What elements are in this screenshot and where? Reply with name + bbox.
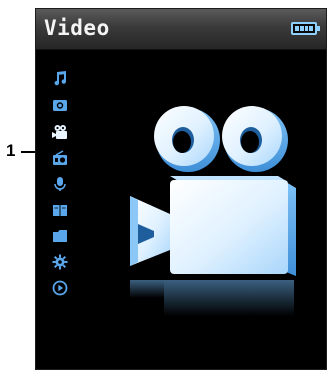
hero-video-camera-icon (128, 104, 298, 323)
book-icon (53, 205, 67, 216)
menu-item-recordings[interactable] (48, 173, 72, 195)
menu-item-music[interactable] (48, 67, 72, 89)
battery-full-icon (291, 22, 320, 35)
folder-icon (53, 230, 67, 242)
music-note-icon (54, 71, 67, 86)
photo-icon (53, 100, 67, 111)
menu-item-audiobooks[interactable] (48, 199, 72, 221)
menu-item-video[interactable] (48, 121, 72, 143)
menu-item-radio[interactable] (48, 147, 72, 169)
menu-item-folders[interactable] (48, 225, 72, 247)
screen-title: Video (44, 16, 110, 40)
callout-number: 1 (6, 141, 16, 160)
header-bar: Video (36, 9, 326, 50)
menu-item-settings[interactable] (48, 251, 72, 273)
video-camera-icon (52, 125, 67, 139)
play-circle-icon (52, 280, 68, 296)
microphone-record-icon (54, 177, 66, 191)
menu-item-photo[interactable] (48, 94, 72, 116)
radio-icon (53, 150, 67, 165)
settings-gear-icon (52, 254, 68, 270)
device-screen: Video (35, 8, 327, 370)
menu-item-now-playing[interactable] (48, 277, 72, 299)
